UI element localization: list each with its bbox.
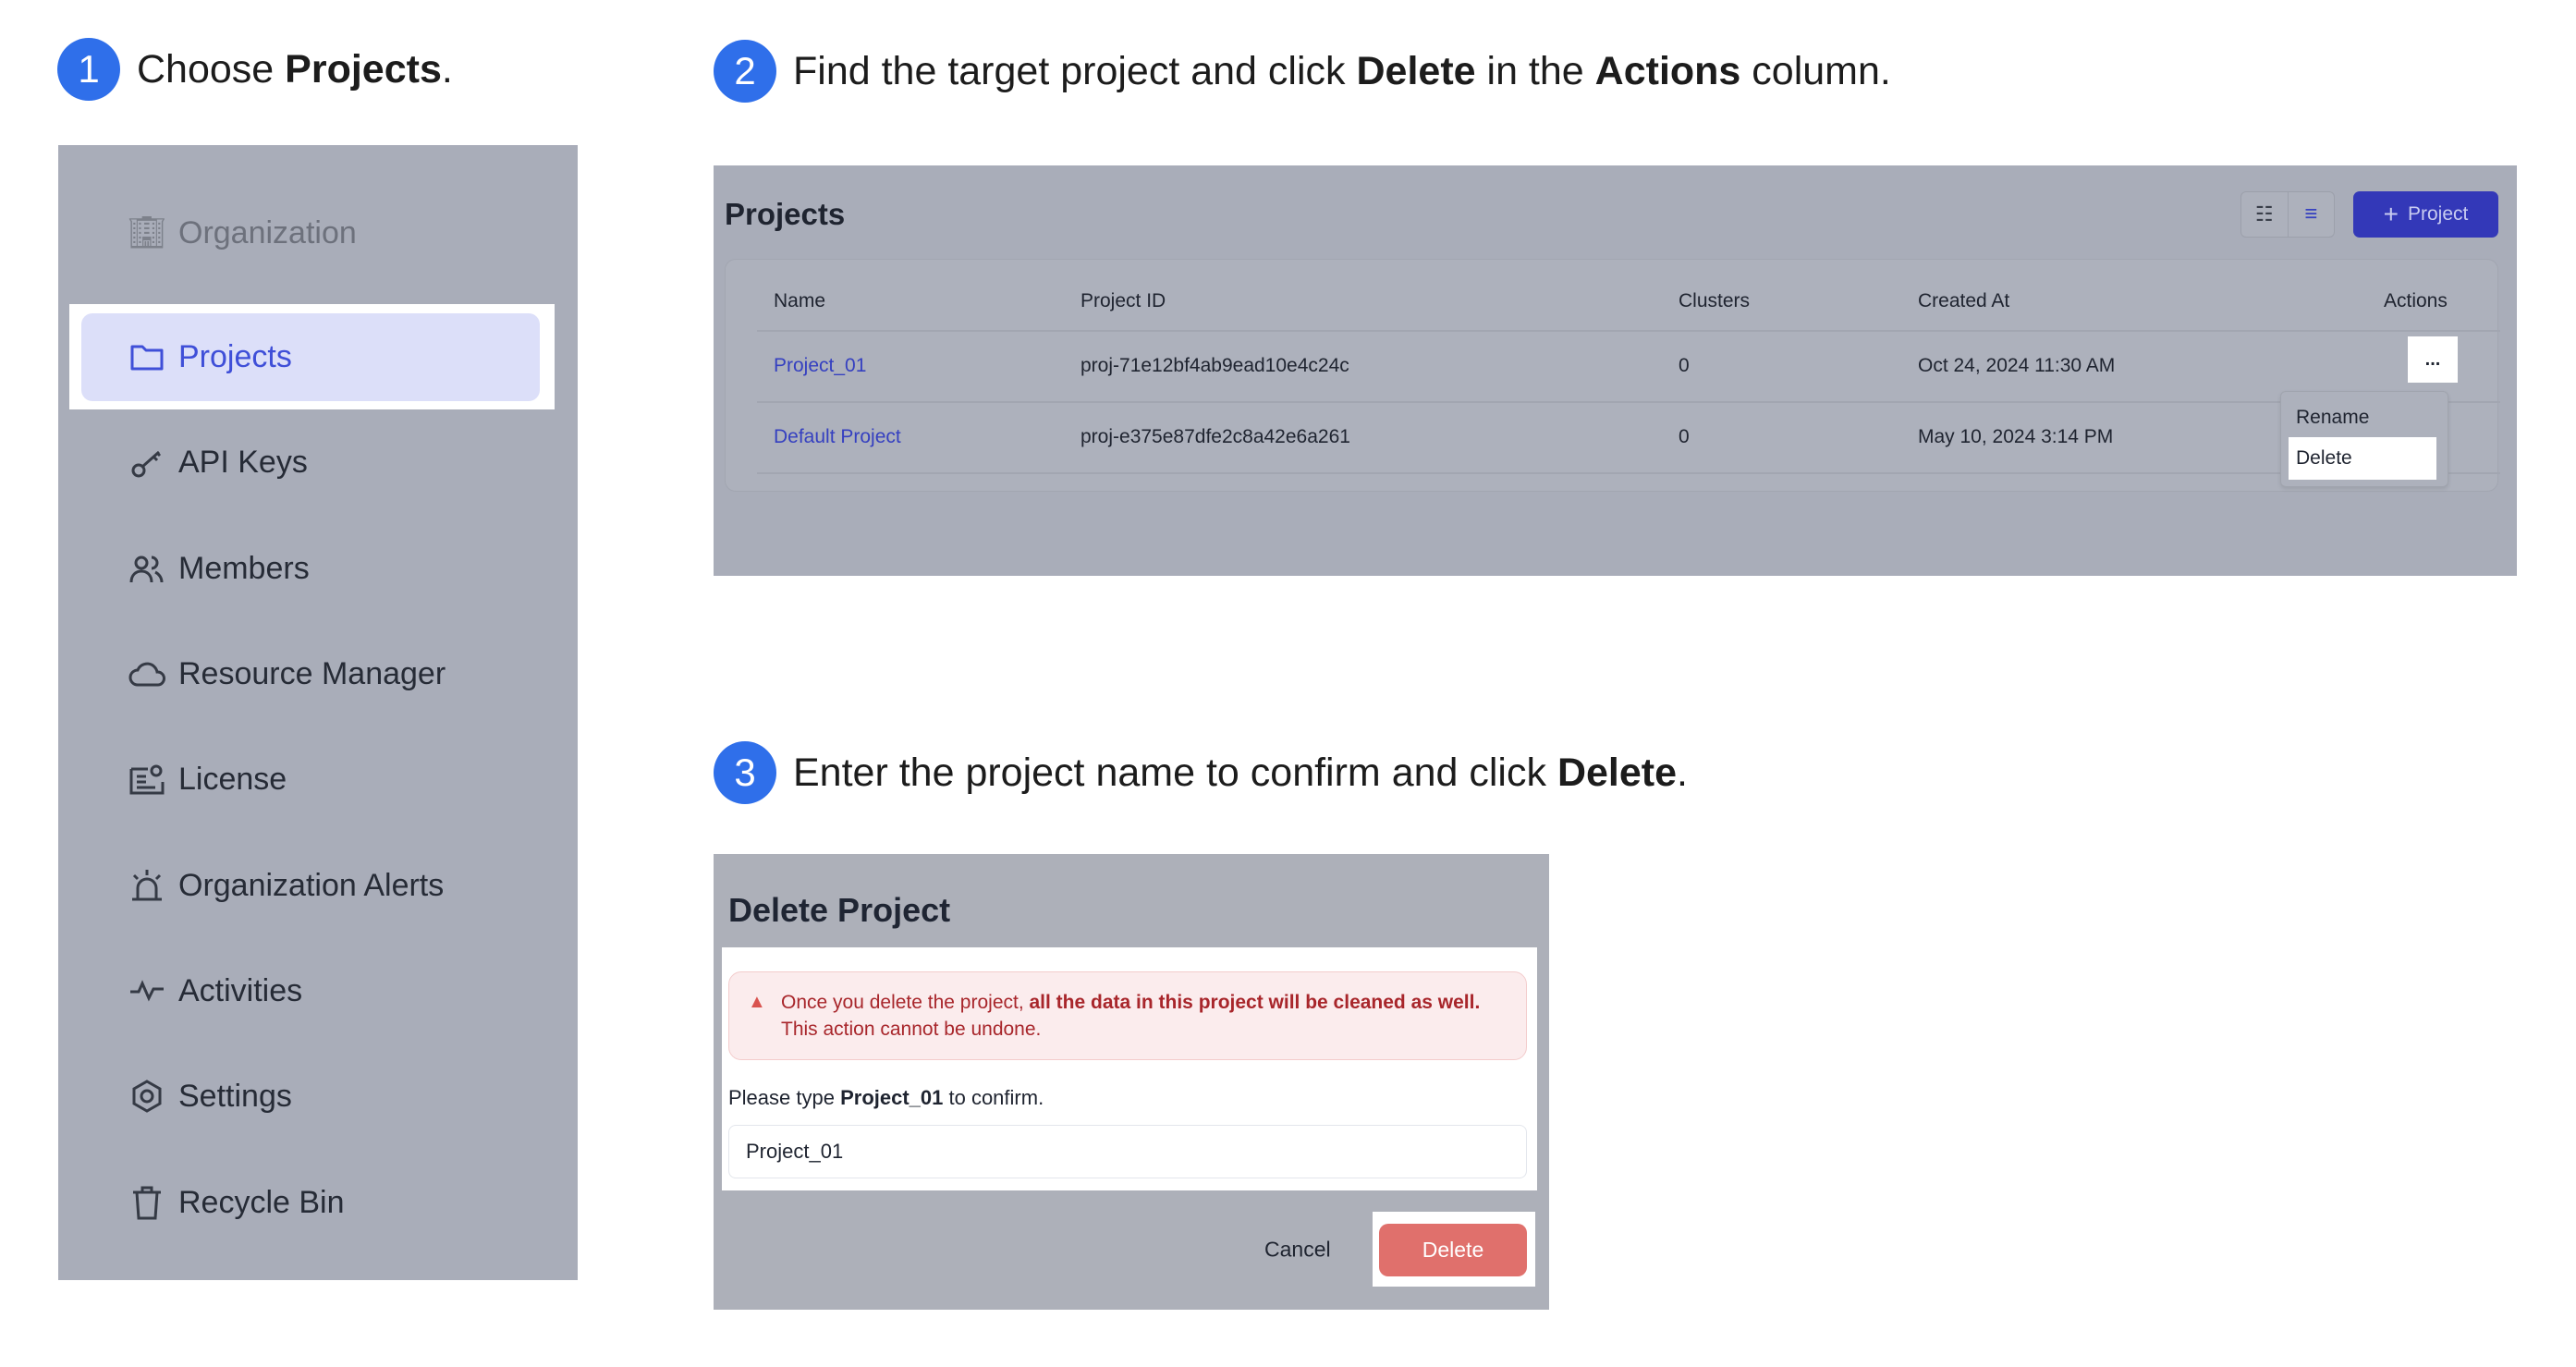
menu-item-delete[interactable]: Delete xyxy=(2289,437,2436,480)
step-text-bold: Delete xyxy=(1356,48,1476,93)
cloud-icon xyxy=(128,655,165,692)
confirm-project-name: Project_01 xyxy=(840,1086,944,1109)
step-text-pre: Find the target project and click xyxy=(793,48,1357,93)
project-created-at: May 10, 2024 3:14 PM xyxy=(1918,426,2114,447)
step-text: Enter the project name to confirm and cl… xyxy=(793,751,1688,796)
sidebar-item-label: Settings xyxy=(178,1078,292,1114)
sidebar-item-organization[interactable]: 🏢︎ Organization xyxy=(58,196,578,270)
project-name-link[interactable]: Project_01 xyxy=(774,355,866,377)
warning-alert: ▲ Once you delete the project, all the d… xyxy=(728,971,1527,1060)
warning-icon: ▲ xyxy=(748,992,766,1012)
sidebar-item-activities[interactable]: Activities xyxy=(58,954,578,1028)
warning-text-line2: This action cannot be undone. xyxy=(781,1019,1042,1040)
column-header-name: Name xyxy=(774,290,826,311)
building-icon: 🏢︎ xyxy=(127,215,167,250)
warning-text: Once you delete the project, xyxy=(781,992,1030,1013)
delete-project-dialog: Delete Project ▲ Once you delete the pro… xyxy=(714,854,1549,1310)
alarm-icon xyxy=(128,867,165,904)
menu-item-rename[interactable]: Rename xyxy=(2296,407,2369,429)
divider xyxy=(757,401,2500,403)
license-icon xyxy=(128,761,165,798)
projects-panel: Projects ☷ ≡ + Project Name Project ID Cl… xyxy=(714,165,2517,576)
confirm-label: Please type Project_01 to confirm. xyxy=(728,1086,1044,1110)
sidebar-item-label: License xyxy=(178,761,287,797)
dialog-title: Delete Project xyxy=(728,891,951,929)
add-project-label: Project xyxy=(2408,203,2469,225)
divider xyxy=(757,472,2500,474)
step-3-heading: 3 Enter the project name to confirm and … xyxy=(714,741,1688,804)
sidebar-item-recycle-bin[interactable]: Recycle Bin xyxy=(58,1166,578,1239)
sidebar-item-label: Activities xyxy=(178,972,303,1008)
sidebar-item-license[interactable]: License xyxy=(58,742,578,816)
menu-item-delete-label: Delete xyxy=(2296,447,2352,469)
project-name-link[interactable]: Default Project xyxy=(774,426,901,448)
step-text-mid: in the xyxy=(1475,48,1595,93)
view-toggle: ☷ ≡ xyxy=(2240,191,2335,238)
step-text-pre: Enter the project name to confirm and cl… xyxy=(793,750,1557,795)
grid-view-icon[interactable]: ☷ xyxy=(2241,192,2289,237)
sidebar-item-projects[interactable]: Projects xyxy=(58,320,578,394)
step-text-post: . xyxy=(1677,750,1688,795)
cancel-button[interactable]: Cancel xyxy=(1264,1238,1331,1263)
sidebar-item-api-keys[interactable]: API Keys xyxy=(58,425,578,499)
project-clusters: 0 xyxy=(1679,355,1690,376)
column-header-clusters: Clusters xyxy=(1679,290,1751,311)
step-text-bold: Actions xyxy=(1594,48,1741,93)
sidebar-item-members[interactable]: Members xyxy=(58,531,578,605)
project-clusters: 0 xyxy=(1679,426,1690,447)
sidebar-item-label: Members xyxy=(178,550,310,586)
sidebar-item-label: API Keys xyxy=(178,444,308,480)
delete-button[interactable]: Delete xyxy=(1379,1224,1527,1276)
sidebar-nav: 🏢︎ Organization Projects API Keys Members… xyxy=(58,0,578,1367)
step-text-bold: Delete xyxy=(1557,750,1678,795)
column-header-created-at: Created At xyxy=(1918,290,2010,311)
confirm-label-pre: Please type xyxy=(728,1086,841,1109)
add-project-button[interactable]: + Project xyxy=(2353,191,2498,238)
warning-text-bold: all the data in this project will be cle… xyxy=(1029,992,1481,1013)
actions-dropdown: Rename Delete xyxy=(2280,391,2448,487)
step-2-heading: 2 Find the target project and click Dele… xyxy=(714,40,1891,103)
sidebar-item-label: Recycle Bin xyxy=(178,1184,345,1220)
folder-icon xyxy=(128,338,165,375)
list-view-icon[interactable]: ≡ xyxy=(2289,192,2335,237)
step-text-post: column. xyxy=(1740,48,1891,93)
gear-icon xyxy=(128,1078,165,1115)
step-number: 2 xyxy=(714,40,776,103)
project-name-input[interactable]: Project_01 xyxy=(728,1125,1527,1178)
step-number: 3 xyxy=(714,741,776,804)
divider xyxy=(757,330,2500,332)
trash-icon xyxy=(128,1184,165,1221)
sidebar-item-label: Projects xyxy=(178,338,292,374)
page-title: Projects xyxy=(725,197,846,231)
plus-icon: + xyxy=(2383,200,2399,228)
dialog-body: ▲ Once you delete the project, all the d… xyxy=(722,947,1537,1190)
column-header-actions: Actions xyxy=(2384,290,2448,311)
column-header-project-id: Project ID xyxy=(1080,290,1166,311)
sidebar-item-label: Resource Manager xyxy=(178,655,446,691)
project-id: proj-71e12bf4ab9ead10e4c24c xyxy=(1080,355,1349,376)
project-created-at: Oct 24, 2024 11:30 AM xyxy=(1918,355,2116,376)
sidebar-item-resource-manager[interactable]: Resource Manager xyxy=(58,637,578,711)
sidebar-item-organization-alerts[interactable]: Organization Alerts xyxy=(58,848,578,922)
more-actions-button[interactable]: ... xyxy=(2408,336,2458,383)
key-icon xyxy=(128,444,165,481)
projects-table: Name Project ID Clusters Created At Acti… xyxy=(725,259,2500,492)
project-id: proj-e375e87dfe2c8a42e6a261 xyxy=(1080,426,1350,447)
sidebar-item-settings[interactable]: Settings xyxy=(58,1059,578,1133)
sidebar-item-label: Organization xyxy=(178,214,357,250)
sidebar-item-label: Organization Alerts xyxy=(178,867,445,903)
step-text: Find the target project and click Delete… xyxy=(793,49,1891,94)
activity-icon xyxy=(128,972,165,1009)
confirm-label-post: to confirm. xyxy=(943,1086,1044,1109)
users-icon xyxy=(128,550,165,587)
